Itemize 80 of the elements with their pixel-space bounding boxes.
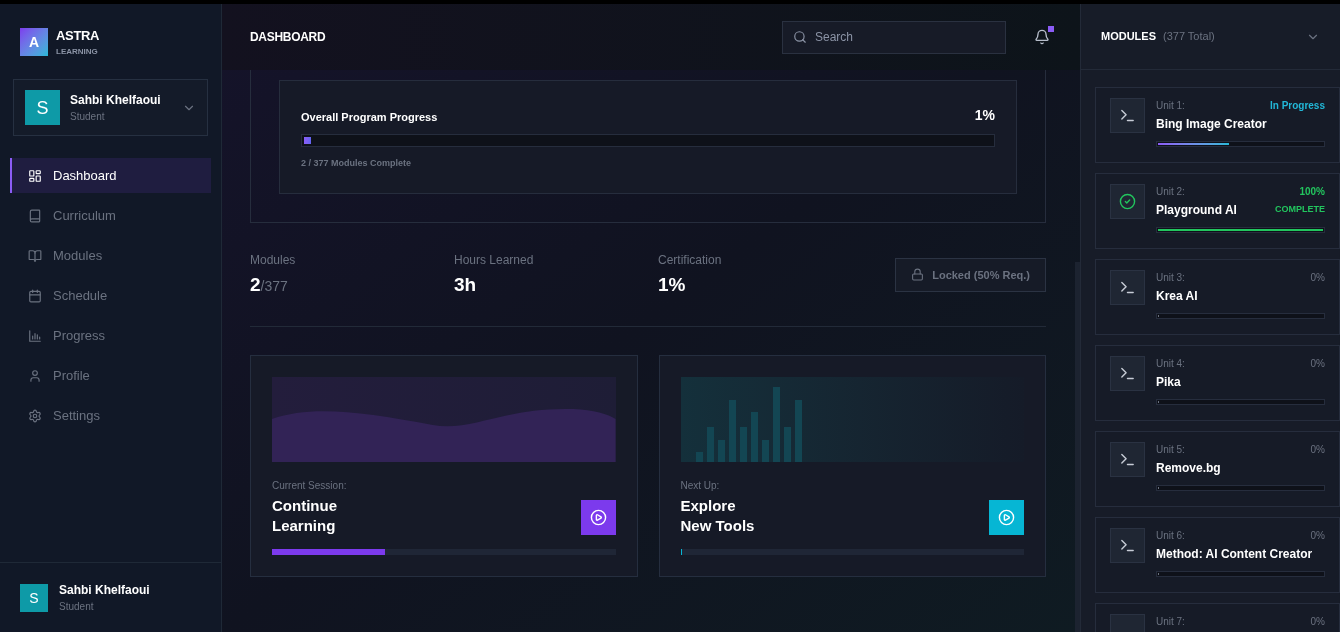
terminal-icon <box>1119 279 1136 296</box>
stat-label: Modules <box>250 251 297 269</box>
card-title: Learning <box>272 516 337 536</box>
avatar: S <box>20 583 48 612</box>
stat-value: 3h <box>454 272 478 297</box>
unit-label: Unit 2: <box>1156 185 1185 199</box>
module-card[interactable]: Unit 6: 0% Method: AI Content Creator <box>1095 517 1340 593</box>
module-status: 0% <box>1310 443 1325 457</box>
module-card[interactable]: Unit 3: 0% Krea AI <box>1095 259 1340 335</box>
module-card[interactable]: Unit 7: 0% <box>1095 603 1340 632</box>
unit-label: Unit 4: <box>1156 357 1185 371</box>
module-card[interactable]: Unit 4: 0% Pika <box>1095 345 1340 421</box>
terminal-icon <box>1119 451 1136 468</box>
nav-item[interactable]: Modules <box>10 238 211 273</box>
brand-name: ASTRA <box>56 28 100 42</box>
stat-label: Certification <box>658 251 723 269</box>
unit-label: Unit 3: <box>1156 271 1185 285</box>
terminal-icon <box>1119 107 1136 124</box>
open-book-icon <box>28 248 42 263</box>
nav-item[interactable]: Curriculum <box>10 198 211 233</box>
module-status: 100% <box>1299 185 1325 199</box>
module-status: In Progress <box>1269 99 1325 113</box>
play-icon <box>998 509 1015 526</box>
nav-item[interactable]: Progress <box>10 318 211 353</box>
module-name: Pika <box>1156 374 1181 391</box>
settings-icon <box>28 408 42 423</box>
terminal-icon <box>1119 537 1136 554</box>
nav-item[interactable]: Schedule <box>10 278 211 313</box>
calendar-icon <box>28 288 42 303</box>
progress-title: Overall Program Progress <box>301 110 438 125</box>
user-role: Student <box>59 600 95 614</box>
grid-icon <box>28 168 42 183</box>
search-icon <box>793 29 807 44</box>
complete-label: COMPLETE <box>1275 203 1325 217</box>
play-icon <box>589 509 607 526</box>
terminal-icon <box>1119 365 1136 382</box>
module-name: Remove.bg <box>1156 460 1221 477</box>
lock-icon <box>911 268 925 282</box>
progress-caption: 2 / 377 Modules Complete <box>301 157 413 170</box>
module-name: Method: AI Content Creator <box>1156 546 1313 563</box>
module-status: 0% <box>1310 271 1325 285</box>
notification-button[interactable] <box>1034 28 1052 46</box>
panel-title: MODULES <box>1101 29 1156 45</box>
unit-label: Unit 5: <box>1156 443 1185 457</box>
play-button[interactable] <box>580 500 616 535</box>
unit-label: Unit 6: <box>1156 529 1185 543</box>
user-switcher[interactable]: S Sahbi Khelfaoui Student <box>13 79 208 136</box>
progress-percent: 1% <box>974 106 995 125</box>
card-label: Current Session: <box>272 479 348 493</box>
card-title: New Tools <box>680 516 755 536</box>
module-card[interactable]: Unit 1: In Progress Bing Image Creator <box>1095 87 1340 163</box>
nav-item[interactable]: Profile <box>10 358 211 393</box>
module-name: Playground AI <box>1156 202 1237 219</box>
book-icon <box>28 208 42 223</box>
nav-item[interactable]: Settings <box>10 398 211 433</box>
stat-value: 2/377 <box>250 272 289 297</box>
module-card[interactable]: Unit 5: 0% Remove.bg <box>1095 431 1340 507</box>
module-name: Bing Image Creator <box>1156 116 1267 133</box>
module-status: 0% <box>1310 529 1325 543</box>
logo-mark: A <box>20 28 48 56</box>
page-title: DASHBOARD <box>250 29 326 46</box>
module-status: 0% <box>1310 357 1325 371</box>
stat-value: 1% <box>658 272 687 297</box>
check-icon <box>1119 193 1136 210</box>
brand-tagline: LEARNING <box>56 47 99 56</box>
unit-label: Unit 7: <box>1156 615 1185 629</box>
stat-label: Hours Learned <box>454 251 535 269</box>
user-icon <box>28 368 42 383</box>
module-name: Krea AI <box>1156 288 1198 305</box>
nav-item[interactable]: Dashboard <box>10 158 211 193</box>
module-count: (377 Total) <box>1163 29 1215 45</box>
module-card[interactable]: Unit 2: 100% Playground AI COMPLETE <box>1095 173 1340 249</box>
card-label: Next Up: <box>680 479 721 493</box>
card-title: Continue <box>272 496 337 516</box>
card-title: Explore <box>680 496 737 516</box>
unit-label: Unit 1: <box>1156 99 1185 113</box>
user-name: Sahbi Khelfaoui <box>59 582 150 599</box>
search-field[interactable]: Search <box>782 20 1006 54</box>
bar-chart-icon <box>28 328 42 343</box>
module-status: 0% <box>1310 615 1325 629</box>
